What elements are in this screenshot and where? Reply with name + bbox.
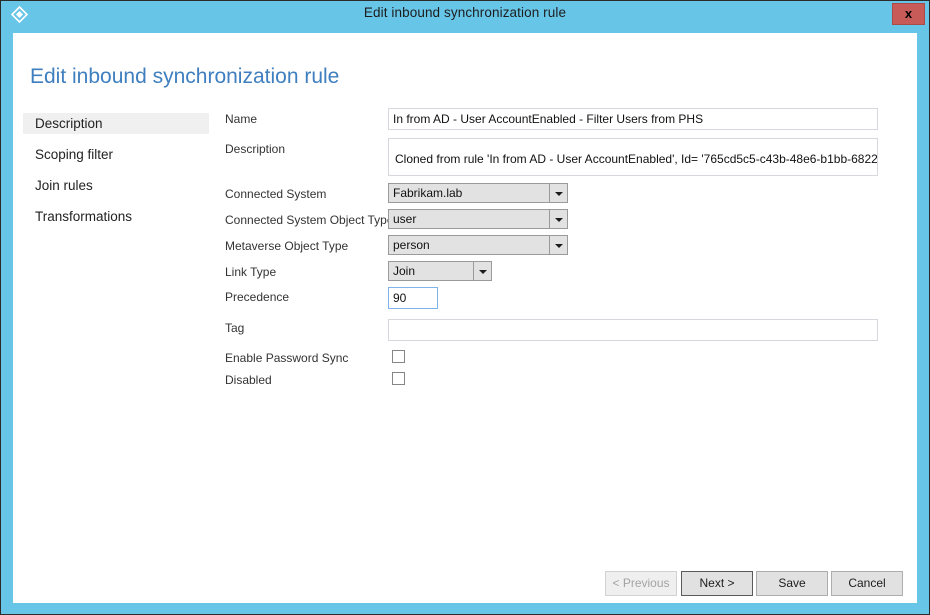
label-connected-system-object-type: Connected System Object Type [225, 213, 394, 227]
connected-system-value: Fabrikam.lab [393, 186, 463, 200]
description-input[interactable]: Cloned from rule 'In from AD - User Acco… [388, 138, 878, 176]
label-disabled: Disabled [225, 373, 272, 387]
label-connected-system: Connected System [225, 187, 327, 201]
chevron-down-icon [473, 262, 491, 280]
label-enable-password-sync: Enable Password Sync [225, 351, 349, 365]
previous-button[interactable]: < Previous [605, 571, 677, 596]
close-icon[interactable]: x [892, 3, 925, 25]
page-title: Edit inbound synchronization rule [30, 65, 340, 88]
chevron-down-icon [549, 236, 567, 254]
dialog-content: Edit inbound synchronization rule Descri… [13, 33, 917, 603]
label-tag: Tag [225, 321, 245, 335]
tag-input[interactable] [388, 319, 878, 341]
connected-system-object-type-value: user [393, 212, 417, 226]
sidebar-item-description[interactable]: Description [23, 113, 209, 134]
sidebar-item-scoping-filter[interactable]: Scoping filter [23, 144, 209, 165]
description-value: Cloned from rule 'In from AD - User Acco… [395, 152, 878, 166]
label-link-type: Link Type [225, 265, 277, 279]
connected-system-object-type-dropdown[interactable]: user [388, 209, 568, 229]
cancel-button[interactable]: Cancel [831, 571, 903, 596]
dialog-window: Edit inbound synchronization rule x Edit… [0, 0, 930, 615]
save-button[interactable]: Save [756, 571, 828, 596]
link-type-dropdown[interactable]: Join [388, 261, 492, 281]
disabled-checkbox[interactable] [392, 372, 405, 385]
sidebar-item-join-rules[interactable]: Join rules [23, 175, 209, 196]
name-input[interactable] [388, 108, 878, 130]
window-title: Edit inbound synchronization rule [363, 5, 567, 20]
sidebar-nav: Description Scoping filter Join rules Tr… [23, 113, 209, 237]
label-precedence: Precedence [225, 290, 290, 304]
label-description: Description [225, 142, 286, 156]
enable-password-sync-checkbox[interactable] [392, 350, 405, 363]
label-name: Name [225, 112, 258, 126]
title-bar: Edit inbound synchronization rule x [1, 1, 929, 28]
label-metaverse-object-type: Metaverse Object Type [225, 239, 349, 253]
connected-system-dropdown[interactable]: Fabrikam.lab [388, 183, 568, 203]
chevron-down-icon [549, 184, 567, 202]
next-button[interactable]: Next > [681, 571, 753, 596]
metaverse-object-type-value: person [393, 238, 430, 252]
link-type-value: Join [393, 264, 416, 278]
chevron-down-icon [549, 210, 567, 228]
sidebar-item-transformations[interactable]: Transformations [23, 206, 209, 227]
precedence-input[interactable] [388, 287, 438, 309]
metaverse-object-type-dropdown[interactable]: person [388, 235, 568, 255]
